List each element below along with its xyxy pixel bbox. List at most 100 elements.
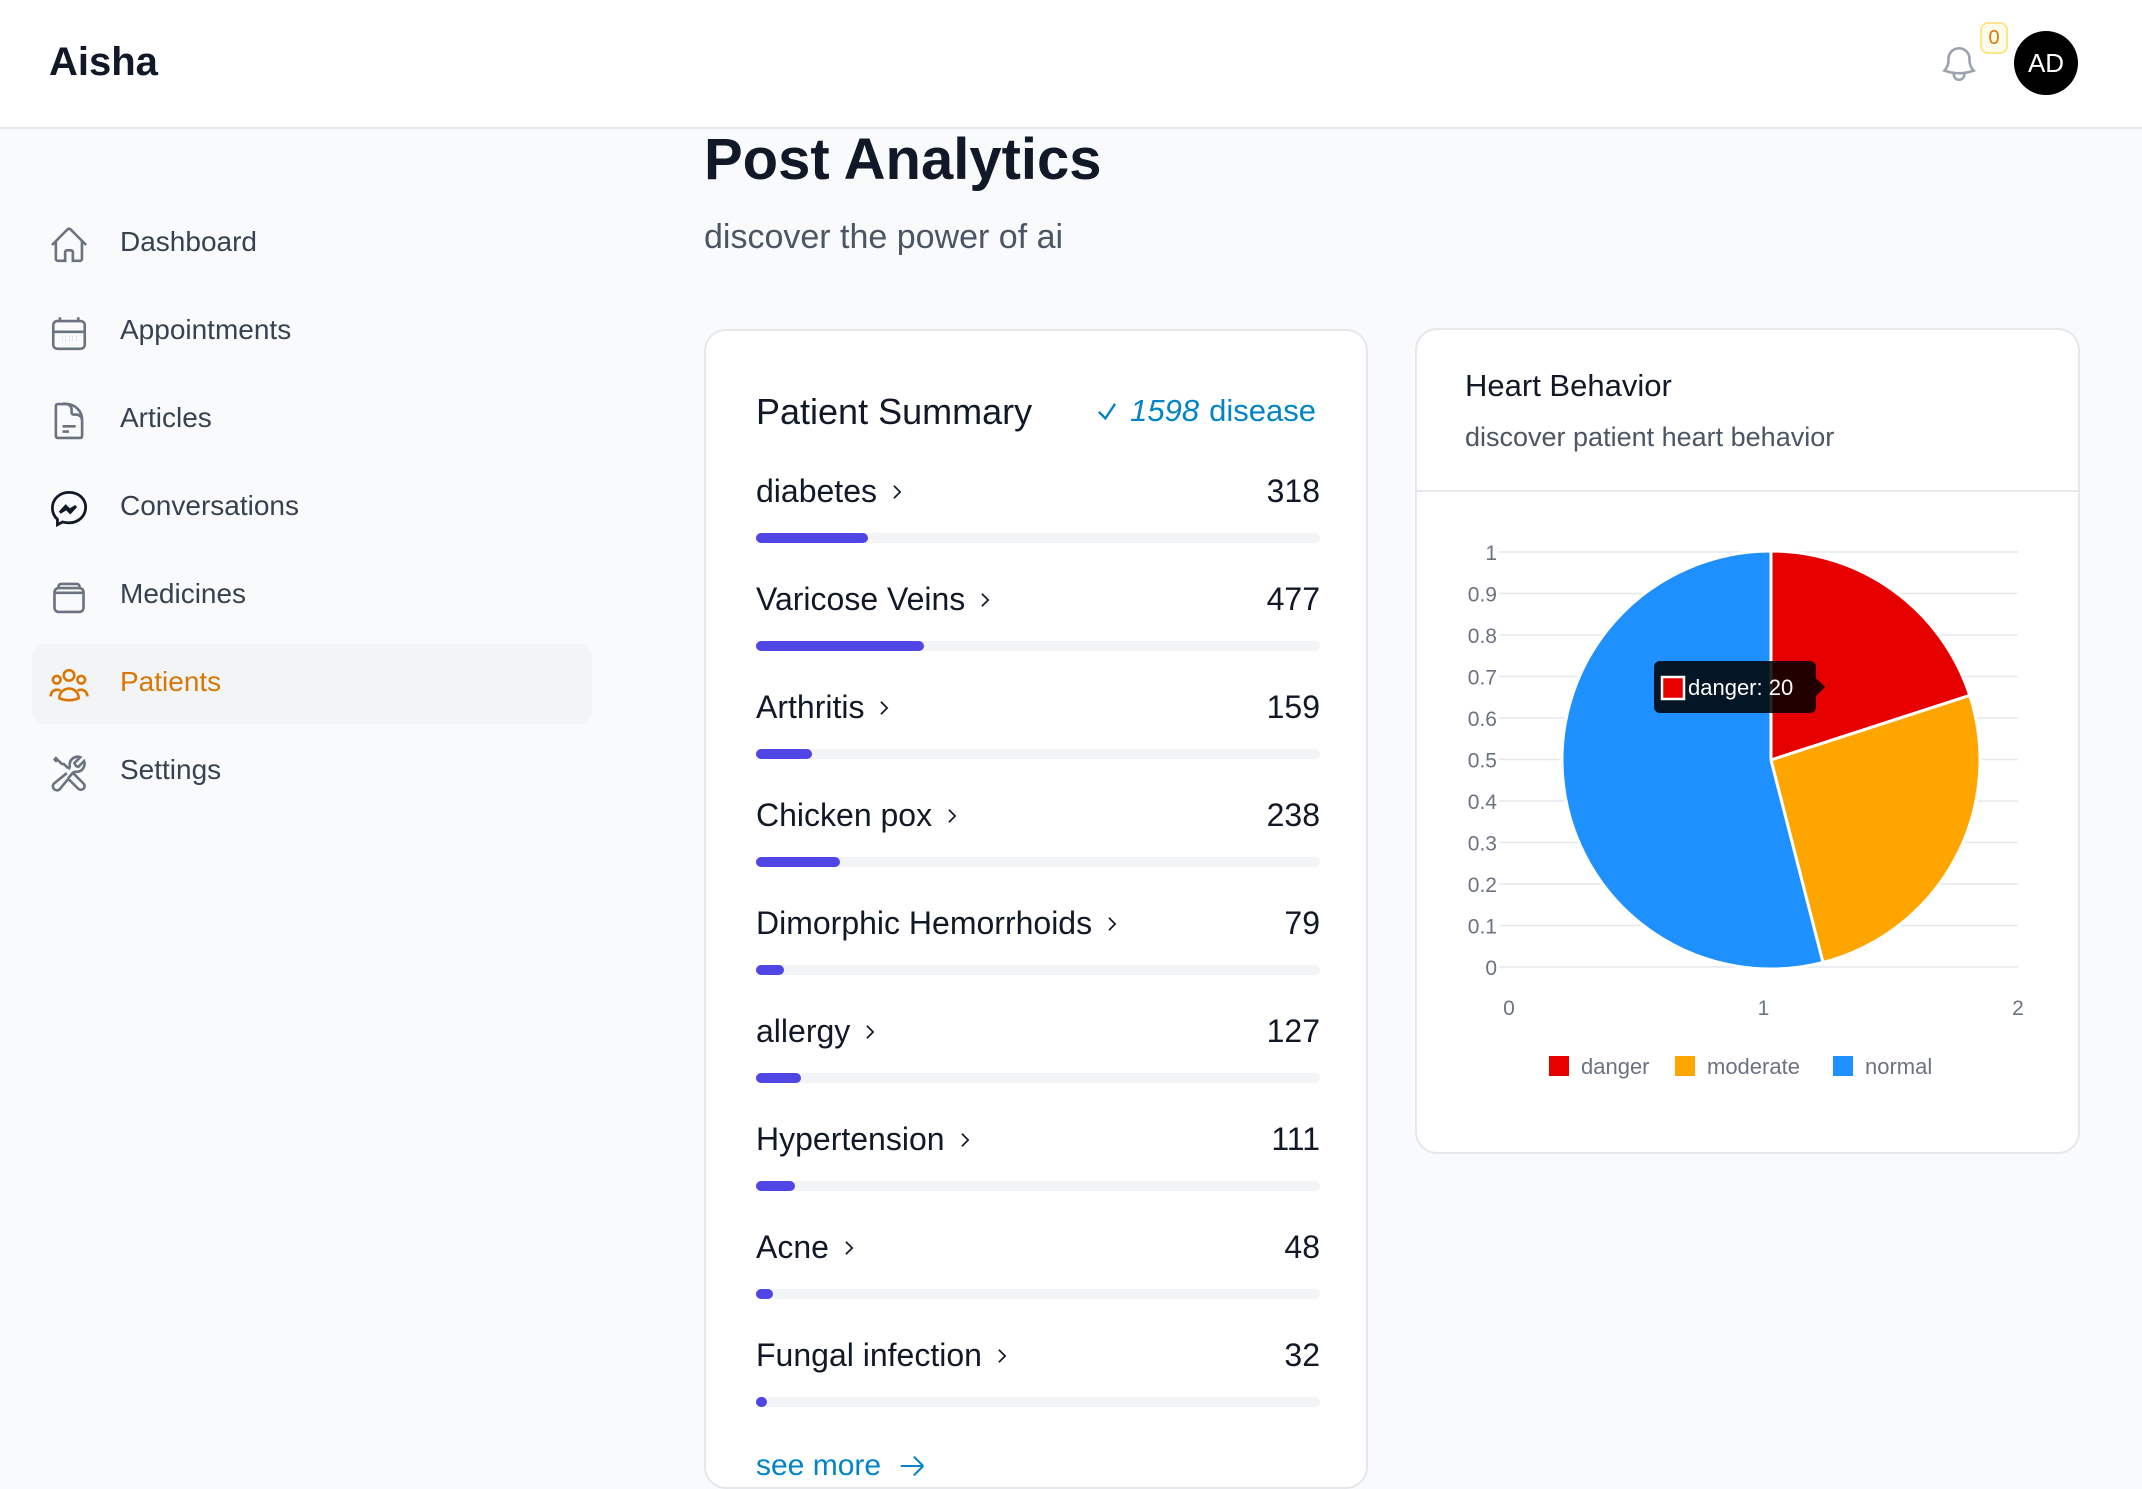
progress-track	[756, 965, 1320, 975]
progress-fill	[756, 749, 813, 759]
heart-subtitle: discover patient heart behavior	[1465, 422, 1835, 452]
disease-name: diabetes	[756, 473, 877, 509]
patient-summary-card: Patient Summary 1598 disease diabetes 318…	[704, 329, 1368, 1489]
disease-count: 159	[1266, 689, 1320, 725]
disease-row[interactable]: Acne 48	[756, 1229, 1320, 1309]
disease-row[interactable]: diabetes 318	[756, 473, 1320, 553]
sidebar-item-conversations[interactable]: Conversations	[32, 468, 592, 548]
messenger-icon	[50, 490, 88, 528]
disease-count: 127	[1266, 1013, 1320, 1049]
chevron-right-icon	[893, 484, 902, 499]
disease-count: 238	[1266, 797, 1320, 833]
progress-fill	[756, 641, 925, 651]
progress-track	[756, 749, 1320, 759]
legend-label-moderate: moderate	[1707, 1054, 1800, 1079]
disease-name-link[interactable]: Arthritis	[756, 689, 894, 726]
progress-track	[756, 857, 1320, 867]
disease-row[interactable]: Fungal infection 32	[756, 1337, 1320, 1417]
summary-total-label: disease	[1209, 393, 1316, 428]
disease-count: 318	[1266, 473, 1320, 509]
sidebar-item-label: Articles	[120, 402, 212, 433]
heart-title: Heart Behavior	[1465, 368, 1672, 403]
bell-icon[interactable]	[1938, 42, 1980, 86]
chevron-right-icon	[998, 1348, 1007, 1363]
progress-track	[756, 641, 1320, 651]
y-tick-label: 0.8	[1468, 625, 1497, 648]
disease-count: 111	[1271, 1121, 1320, 1157]
x-tick-label: 2	[2012, 997, 2024, 1020]
chevron-right-icon	[845, 1240, 854, 1255]
progress-fill	[756, 857, 840, 867]
disease-name-link[interactable]: Varicose Veins	[756, 581, 995, 618]
progress-track	[756, 1397, 1320, 1407]
disease-row[interactable]: allergy 127	[756, 1013, 1320, 1093]
sidebar-item-patients[interactable]: Patients	[32, 644, 592, 724]
disease-name: allergy	[756, 1013, 851, 1049]
disease-name-link[interactable]: allergy	[756, 1013, 880, 1050]
home-icon	[51, 227, 88, 263]
sidebar-item-appointments[interactable]: Appointments	[32, 292, 592, 372]
see-more-label: see more	[756, 1449, 882, 1482]
y-tick-label: 1	[1485, 542, 1497, 565]
document-icon	[54, 402, 84, 440]
y-tick-label: 0.1	[1468, 916, 1497, 939]
chevron-right-icon	[948, 808, 957, 823]
disease-row[interactable]: Arthritis 159	[756, 689, 1320, 769]
disease-row[interactable]: Hypertension 111	[756, 1121, 1320, 1201]
y-tick-label: 0.2	[1468, 874, 1497, 897]
brand-logo[interactable]: Aisha	[49, 40, 158, 85]
y-tick-label: 0.3	[1468, 833, 1497, 856]
disease-name-link[interactable]: Acne	[756, 1229, 859, 1266]
x-tick-label: 0	[1503, 997, 1515, 1020]
tooltip-label: danger: 20	[1688, 675, 1793, 700]
disease-row[interactable]: Dimorphic Hemorrhoids 79	[756, 905, 1320, 985]
y-tick-label: 0.7	[1468, 667, 1497, 690]
disease-name-link[interactable]: Hypertension	[756, 1121, 975, 1158]
sidebar-item-label: Medicines	[120, 578, 247, 609]
disease-count: 48	[1284, 1229, 1320, 1265]
sidebar-item-articles[interactable]: Articles	[32, 380, 592, 460]
avatar[interactable]: AD	[2014, 31, 2078, 95]
sidebar-item-label: Appointments	[120, 314, 292, 345]
check-icon	[1098, 403, 1117, 421]
sidebar-item-medicines[interactable]: Medicines	[32, 556, 592, 636]
chevron-right-icon	[1108, 916, 1117, 931]
progress-track	[756, 1181, 1320, 1191]
legend-label-normal: normal	[1865, 1054, 1932, 1079]
see-more-link[interactable]: see more	[756, 1449, 929, 1483]
y-tick-label: 0.9	[1468, 584, 1497, 607]
sidebar-item-settings[interactable]: Settings	[32, 732, 592, 812]
sidebar-item-label: Patients	[120, 666, 222, 697]
legend-swatch-moderate	[1675, 1056, 1695, 1076]
disease-name: Arthritis	[756, 689, 865, 725]
disease-row[interactable]: Varicose Veins 477	[756, 581, 1320, 661]
disease-count: 32	[1284, 1337, 1320, 1373]
disease-name-link[interactable]: diabetes	[756, 473, 907, 510]
progress-fill	[756, 1181, 796, 1191]
disease-name: Acne	[756, 1229, 829, 1265]
tools-icon	[51, 755, 86, 792]
chevron-right-icon	[981, 592, 990, 607]
progress-track	[756, 533, 1320, 543]
progress-fill	[756, 1073, 801, 1083]
tooltip-swatch	[1660, 675, 1686, 701]
disease-name: Varicose Veins	[756, 581, 966, 617]
progress-fill	[756, 533, 869, 543]
chevron-right-icon	[880, 700, 889, 715]
disease-name-link[interactable]: Dimorphic Hemorrhoids	[756, 905, 1122, 942]
sidebar-item-label: Settings	[120, 754, 222, 785]
disease-name: Chicken pox	[756, 797, 933, 833]
disease-name-link[interactable]: Fungal infection	[756, 1337, 1012, 1374]
sidebar-item-label: Dashboard	[120, 226, 257, 257]
x-tick-label: 1	[1758, 997, 1770, 1020]
summary-title: Patient Summary	[756, 391, 1033, 432]
legend-swatch-normal	[1833, 1056, 1853, 1076]
legend-swatch-danger	[1549, 1056, 1569, 1076]
archive-icon	[53, 582, 85, 614]
sidebar-item-label: Conversations	[120, 490, 299, 521]
disease-name-link[interactable]: Chicken pox	[756, 797, 962, 834]
sidebar-item-dashboard[interactable]: Dashboard	[32, 204, 592, 284]
progress-fill	[756, 965, 784, 975]
heart-behavior-card: Heart Behavior discover patient heart be…	[1415, 328, 2080, 1154]
disease-row[interactable]: Chicken pox 238	[756, 797, 1320, 877]
